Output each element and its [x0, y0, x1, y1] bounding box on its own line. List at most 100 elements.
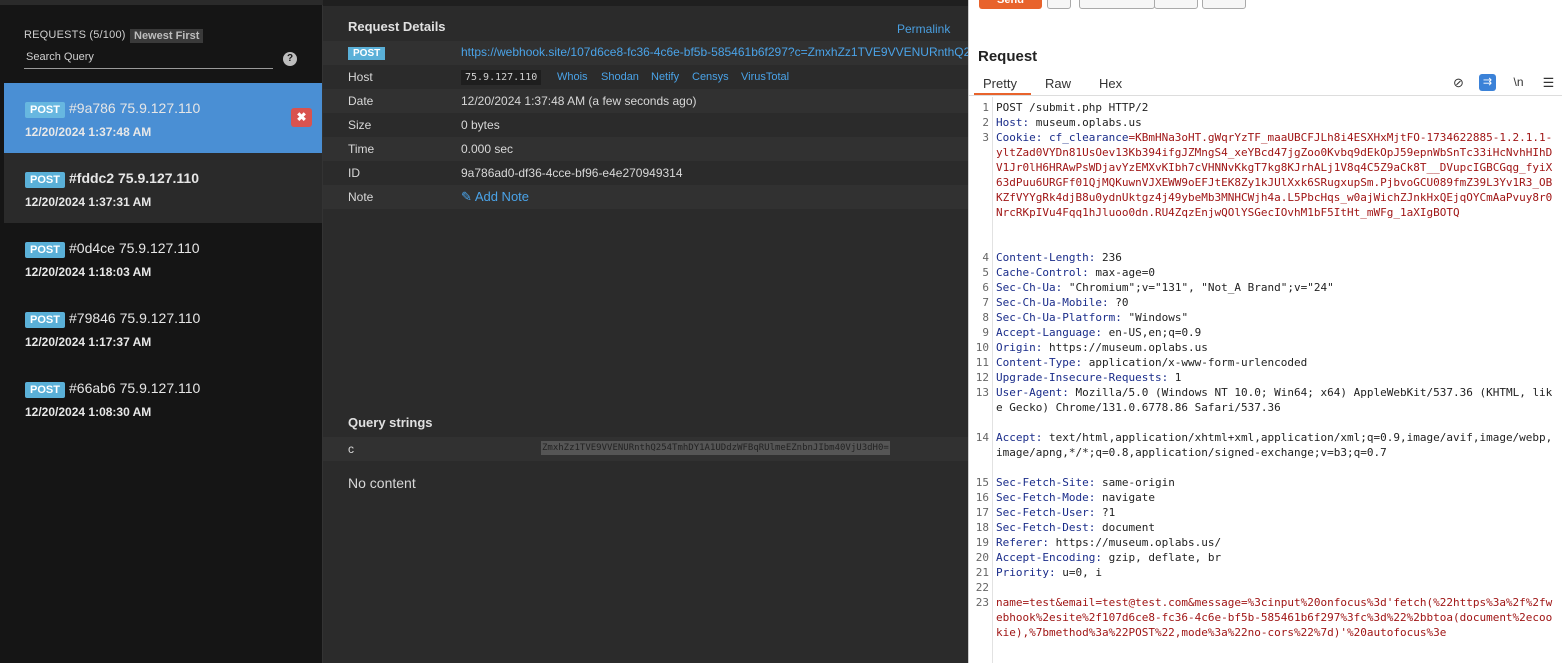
- header-name: Origin:: [996, 341, 1043, 354]
- forward-button[interactable]: [1202, 0, 1246, 9]
- request-title: #66ab6 75.9.127.110: [69, 380, 201, 396]
- time-value: 0.000 sec: [461, 142, 514, 156]
- request-sidebar: REQUESTS (5/100) Newest First Search Que…: [0, 0, 323, 663]
- request-line: Priority: u=0, i: [996, 565, 1558, 580]
- request-line: Origin: https://museum.oplabs.us: [996, 340, 1558, 355]
- netify-link[interactable]: Netify: [651, 71, 679, 83]
- line-number: 5: [982, 266, 989, 279]
- pencil-icon: ✎: [461, 189, 472, 204]
- header-name: User-Agent:: [996, 386, 1069, 399]
- line-number: 12: [975, 371, 989, 384]
- request-item[interactable]: POST #0d4ce 75.9.127.110 12/20/2024 1:18…: [4, 223, 322, 293]
- request-title: Request: [978, 48, 1038, 65]
- request-item[interactable]: POST #9a786 75.9.127.110 12/20/2024 1:37…: [4, 83, 322, 153]
- search-query-input[interactable]: Search Query: [24, 50, 273, 69]
- cancel-button[interactable]: [1079, 0, 1155, 9]
- newline-toggle[interactable]: \n: [1510, 74, 1527, 91]
- burp-request-panel: Send Request Pretty Raw Hex ⊘ ⇉ \n ☰ 1 PO…: [968, 0, 1562, 663]
- note-label: Note: [348, 190, 374, 204]
- header-value: https://museum.oplabs.us/: [1048, 536, 1222, 549]
- add-note-link[interactable]: ✎ Add Note: [461, 189, 529, 205]
- line-number: 1: [982, 101, 989, 114]
- request-time: 12/20/2024 1:37:48 AM: [25, 125, 152, 139]
- header-name: Priority:: [996, 566, 1056, 579]
- permalink-link[interactable]: Permalink: [897, 22, 950, 36]
- method-badge: POST: [25, 172, 65, 188]
- line-number: 11: [975, 356, 989, 369]
- header-value: same-origin: [1095, 476, 1175, 489]
- method-badge: POST: [348, 47, 386, 60]
- header-value: 236: [1095, 251, 1122, 264]
- request-title: #0d4ce 75.9.127.110: [69, 240, 200, 256]
- request-time: 12/20/2024 1:18:03 AM: [25, 265, 152, 279]
- tab-hex[interactable]: Hex: [1099, 76, 1122, 91]
- header-name: Referer:: [996, 536, 1049, 549]
- cookie-name: cf_clearance: [1042, 131, 1129, 144]
- header-name: Sec-Ch-Ua:: [996, 281, 1063, 294]
- line-number: 4: [982, 251, 989, 264]
- back-button[interactable]: [1154, 0, 1198, 9]
- request-title: #fddc2 75.9.127.110: [69, 170, 199, 186]
- line-number: 20: [975, 551, 989, 564]
- header-name: Accept-Encoding:: [996, 551, 1102, 564]
- header-name: Host:: [996, 116, 1030, 129]
- details-topbar: [323, 0, 968, 6]
- header-value: "Windows": [1121, 311, 1189, 324]
- query-string-row: c ZmxhZz1TVE9VVENURnthQ254TmhDY1A1UDdzWF…: [323, 437, 968, 461]
- wrap-icon[interactable]: ⇉: [1479, 74, 1496, 91]
- request-line: Sec-Ch-Ua-Mobile: ?0: [996, 295, 1558, 310]
- request-title: #9a786 75.9.127.110: [69, 100, 201, 116]
- id-row: ID 9a786ad0-df36-4cce-bf96-e4e270949314: [323, 161, 968, 185]
- request-editor[interactable]: 1 POST /submit.php HTTP/2 2 Host: museum.op…: [969, 97, 1562, 663]
- request-url-link[interactable]: https://webhook.site/107d6ce8-fc36-4c6e-…: [461, 45, 968, 59]
- line-number: 19: [975, 536, 989, 549]
- request-line: Cache-Control: max-age=0: [996, 265, 1558, 280]
- header-value: gzip, deflate, br: [1101, 551, 1222, 564]
- request-item[interactable]: POST #79846 75.9.127.110 12/20/2024 1:17…: [4, 293, 322, 363]
- line-number: 15: [975, 476, 989, 489]
- request-line: Cookie: cf_clearance=KBmHNa3oHT.gWqrYzTF…: [996, 130, 1558, 220]
- hide-icon[interactable]: ⊘: [1450, 74, 1467, 91]
- query-string-key: c: [348, 442, 354, 456]
- request-item[interactable]: POST #fddc2 75.9.127.110 12/20/2024 1:37…: [4, 153, 322, 223]
- line-number: 8: [982, 311, 989, 324]
- header-value: u=0, i: [1055, 566, 1102, 579]
- header-name: Accept-Language:: [996, 326, 1102, 339]
- shodan-link[interactable]: Shodan: [601, 71, 639, 83]
- censys-link[interactable]: Censys: [692, 71, 729, 83]
- note-row: Note: [323, 185, 968, 209]
- header-name: Content-Type:: [996, 356, 1083, 369]
- settings-icon[interactable]: [1047, 0, 1071, 9]
- id-value: 9a786ad0-df36-4cce-bf96-e4e270949314: [461, 166, 683, 180]
- header-value: museum.oplabs.us: [1029, 116, 1142, 129]
- size-value: 0 bytes: [461, 118, 500, 132]
- query-string-value[interactable]: ZmxhZz1TVE9VVENURnthQ254TmhDY1A1UDdzWFBq…: [541, 441, 890, 455]
- help-icon[interactable]: ?: [283, 52, 297, 66]
- request-details-panel: Request Details Permalink POST https://w…: [323, 0, 968, 663]
- request-item[interactable]: POST #66ab6 75.9.127.110 12/20/2024 1:08…: [4, 363, 322, 433]
- sidebar-topbar: [0, 0, 323, 5]
- request-line: Content-Length: 236: [996, 250, 1558, 265]
- line-number: 6: [982, 281, 989, 294]
- host-label: Host: [348, 70, 373, 84]
- request-line: POST /submit.php HTTP/2: [996, 100, 1558, 115]
- request-line: Sec-Fetch-Mode: navigate: [996, 490, 1558, 505]
- date-value: 12/20/2024 1:37:48 AM (a few seconds ago…: [461, 94, 697, 108]
- request-line: Referer: https://museum.oplabs.us/: [996, 535, 1558, 550]
- header-name: Sec-Fetch-Mode:: [996, 491, 1096, 504]
- line-number: 22: [975, 581, 989, 594]
- virustotal-link[interactable]: VirusTotal: [741, 71, 789, 83]
- tab-pretty[interactable]: Pretty: [983, 76, 1017, 91]
- header-value: 1: [1168, 371, 1182, 384]
- delete-icon[interactable]: ✖: [291, 108, 312, 127]
- menu-icon[interactable]: ☰: [1540, 74, 1557, 91]
- header-value: document: [1095, 521, 1155, 534]
- whois-link[interactable]: Whois: [557, 71, 588, 83]
- header-value: en-US,en;q=0.9: [1101, 326, 1202, 339]
- method-badge: POST: [25, 242, 65, 258]
- request-line: Accept-Language: en-US,en;q=0.9: [996, 325, 1558, 340]
- send-button[interactable]: Send: [979, 0, 1042, 9]
- header-name: Sec-Fetch-Site:: [996, 476, 1096, 489]
- sort-toggle[interactable]: Newest First: [130, 29, 204, 43]
- tab-raw[interactable]: Raw: [1045, 76, 1071, 91]
